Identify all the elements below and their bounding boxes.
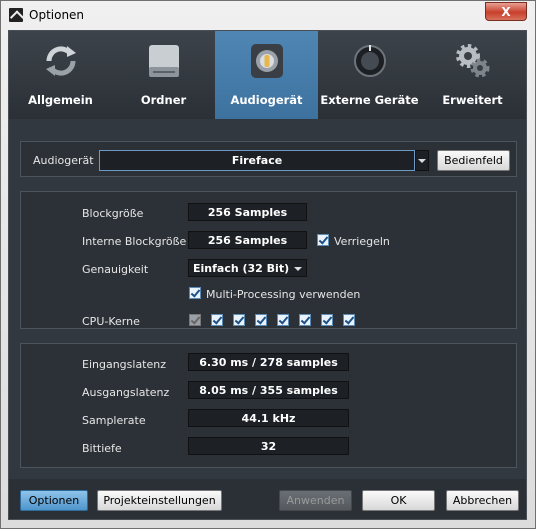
samplerate-value: 44.1 kHz	[188, 409, 349, 427]
info-box: Eingangslatenz 6.30 ms / 278 samples Aus…	[20, 343, 517, 468]
input-latency-label: Eingangslatenz	[82, 358, 167, 371]
options-button[interactable]: Optionen	[20, 490, 88, 511]
app-icon	[9, 8, 23, 22]
control-panel-button[interactable]: Bedienfeld	[437, 150, 510, 171]
tab-label: Audiogerät	[230, 93, 303, 107]
audio-device-panel: Audiogerät Fireface Bedienfeld Blockgröß…	[9, 119, 526, 479]
title-bar: Optionen X	[1, 1, 535, 29]
cpu-core-checkbox[interactable]	[233, 314, 245, 326]
dialog-footer: Optionen Projekteinstellungen Anwenden O…	[9, 479, 526, 519]
lock-checkbox[interactable]	[317, 234, 329, 246]
cpu-core-checkbox[interactable]	[211, 314, 223, 326]
tab-erweitert[interactable]: Erweitert	[421, 31, 524, 119]
apply-button[interactable]: Anwenden	[279, 490, 352, 511]
samplerate-label: Samplerate	[82, 414, 146, 427]
close-button[interactable]: X	[485, 2, 527, 21]
lock-label: Verriegeln	[334, 235, 390, 248]
cpu-core-checkbox[interactable]	[299, 314, 311, 326]
window-title: Optionen	[29, 8, 85, 22]
block-size-label: Blockgröße	[82, 207, 144, 220]
tab-audiogeraet[interactable]: Audiogerät	[215, 31, 318, 119]
device-label: Audiogerät	[33, 154, 94, 167]
multiprocessing-checkbox[interactable]	[189, 287, 201, 299]
knob-icon	[354, 45, 386, 77]
tab-label: Erweitert	[442, 93, 503, 107]
input-latency-value: 6.30 ms / 278 samples	[188, 353, 349, 371]
tab-label: Externe Geräte	[320, 93, 419, 107]
cpu-core-checkbox	[189, 314, 201, 326]
internal-block-label: Interne Blockgröße	[82, 235, 187, 248]
device-select[interactable]: Fireface	[99, 150, 415, 171]
gears-icon	[456, 44, 490, 78]
multiprocessing-label: Multi-Processing verwenden	[206, 288, 361, 301]
cpu-core-checkbox[interactable]	[255, 314, 267, 326]
speaker-icon	[251, 44, 283, 78]
bitdepth-label: Bittiefe	[82, 442, 122, 455]
cpu-core-checkbox[interactable]	[277, 314, 289, 326]
cpu-core-checkbox[interactable]	[343, 314, 355, 326]
cpu-cores-label: CPU-Kerne	[82, 315, 140, 328]
tab-externe-geraete[interactable]: Externe Geräte	[318, 31, 421, 119]
tab-label: Allgemein	[28, 93, 93, 107]
precision-select[interactable]: Einfach (32 Bit)	[188, 259, 307, 277]
ok-button[interactable]: OK	[362, 490, 435, 511]
dialog-client: Allgemein Ordner Audiogerät Externe Gerä…	[8, 30, 527, 520]
output-latency-value: 8.05 ms / 355 samples	[188, 381, 349, 399]
refresh-icon	[46, 46, 76, 76]
settings-box: Blockgröße 256 Samples Interne Blockgröß…	[20, 191, 517, 329]
project-settings-button[interactable]: Projekteinstellungen	[97, 490, 222, 511]
cpu-core-checkbox[interactable]	[321, 314, 333, 326]
block-size-field[interactable]: 256 Samples	[188, 203, 307, 221]
bitdepth-value: 32	[188, 437, 349, 455]
precision-value: Einfach (32 Bit)	[193, 262, 290, 275]
device-box: Audiogerät Fireface Bedienfeld	[20, 141, 517, 177]
precision-label: Genauigkeit	[82, 263, 149, 276]
tab-allgemein[interactable]: Allgemein	[9, 31, 112, 119]
chevron-down-icon	[418, 159, 426, 163]
internal-block-field[interactable]: 256 Samples	[188, 231, 307, 249]
device-dropdown-arrow[interactable]	[415, 150, 429, 171]
output-latency-label: Ausgangslatenz	[82, 386, 170, 399]
cancel-button[interactable]: Abbrechen	[446, 490, 519, 511]
tab-label: Ordner	[140, 93, 187, 107]
tab-bar: Allgemein Ordner Audiogerät Externe Gerä…	[9, 31, 526, 119]
tab-ordner[interactable]: Ordner	[112, 31, 215, 119]
drive-icon	[149, 45, 179, 77]
options-window: Optionen X Allgemein Ordner Audiogerät E…	[0, 0, 536, 529]
chevron-down-icon	[294, 267, 302, 271]
